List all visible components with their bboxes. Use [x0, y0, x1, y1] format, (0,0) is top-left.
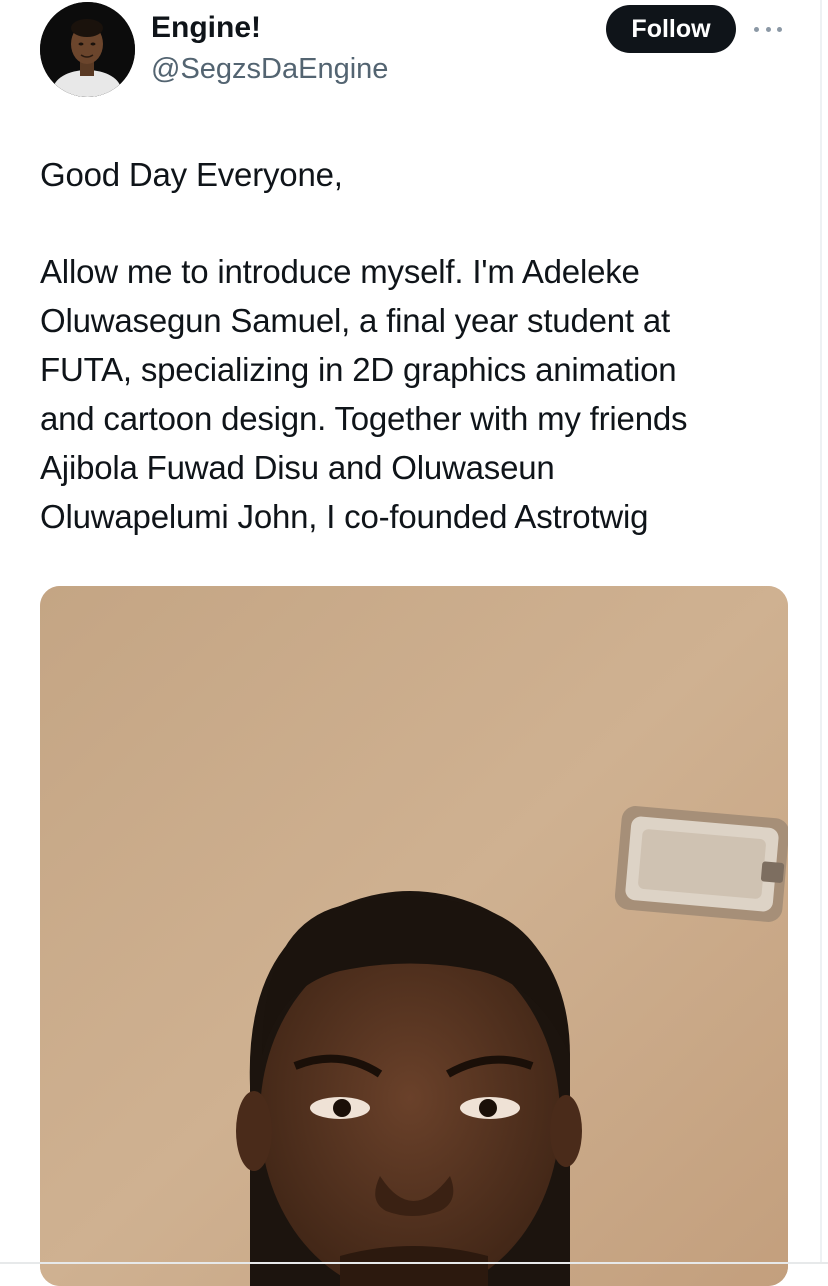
tweet-body-line: Oluwapelumi John, I co-founded Astrotwig: [40, 498, 649, 535]
author-display-name[interactable]: Engine!: [151, 9, 261, 47]
column-divider: [820, 0, 822, 1264]
tweet-greeting: Good Day Everyone,: [40, 156, 343, 193]
more-options-icon[interactable]: [750, 14, 786, 44]
tweet-body-line: and cartoon design. Together with my fri…: [40, 400, 688, 437]
selfie-photo-icon: [40, 586, 788, 1286]
author-avatar[interactable]: [40, 2, 135, 97]
tweet-card: Engine! @SegzsDaEngine Follow Good Day E…: [0, 0, 828, 1286]
more-dot: [754, 26, 759, 32]
more-dot: [765, 26, 771, 32]
tweet-body-line: Ajibola Fuwad Disu and Oluwaseun: [40, 449, 555, 486]
tweet-body-line: Oluwasegun Samuel, a final year student …: [40, 302, 670, 339]
tweet-text: Good Day Everyone, Allow me to introduce…: [40, 150, 800, 541]
more-dot: [777, 26, 782, 32]
tweet-body-line: Allow me to introduce myself. I'm Adelek…: [40, 253, 640, 290]
author-handle[interactable]: @SegzsDaEngine: [151, 50, 388, 88]
follow-button[interactable]: Follow: [606, 5, 736, 53]
tweet-photo[interactable]: [40, 586, 788, 1286]
profile-photo-icon: [40, 2, 135, 97]
tweet-body-line: FUTA, specializing in 2D graphics animat…: [40, 351, 677, 388]
